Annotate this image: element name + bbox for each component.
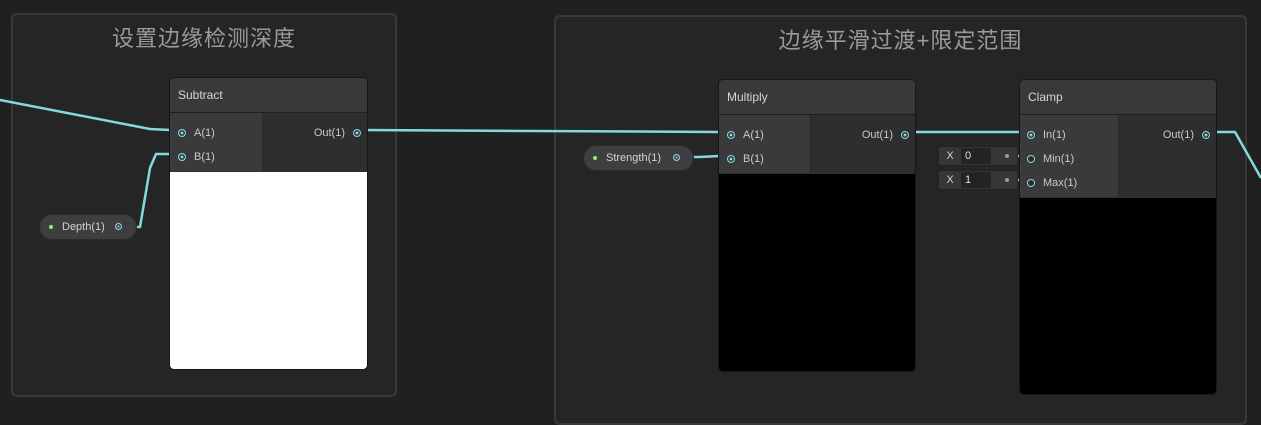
multiply-node[interactable]: Multiply A(1) B(1) Out(1) (719, 80, 915, 371)
input-port-in[interactable]: In(1) (1020, 123, 1118, 147)
property-label: Depth(1) (62, 221, 105, 233)
port-label: Out(1) (313, 127, 345, 139)
port-dot-icon[interactable] (1027, 155, 1035, 163)
depth-property-node[interactable]: Depth(1) (40, 215, 136, 239)
port-label: Min(1) (1043, 153, 1075, 165)
slot-dot-icon (1005, 154, 1009, 158)
port-dot-icon[interactable] (727, 131, 735, 139)
output-port[interactable]: Out(1) (263, 121, 367, 145)
slot-dot-icon (1005, 178, 1009, 182)
input-port-b[interactable]: B(1) (170, 145, 262, 169)
node-preview (1020, 198, 1216, 394)
port-label: A(1) (194, 127, 215, 139)
clamp-node[interactable]: Clamp In(1) Min(1) Max(1) Out(1) (1020, 80, 1216, 394)
group-title[interactable]: 设置边缘检测深度 (13, 21, 395, 53)
output-port[interactable]: Out(1) (1119, 123, 1216, 147)
node-preview (719, 174, 915, 371)
port-dot-icon[interactable] (178, 129, 186, 137)
property-indicator-icon (593, 156, 597, 160)
min-value-input[interactable]: 0 (961, 148, 991, 164)
port-label: B(1) (743, 153, 764, 165)
strength-property-node[interactable]: Strength(1) (584, 146, 693, 170)
port-dot-icon[interactable] (1202, 131, 1210, 139)
input-port-a[interactable]: A(1) (170, 121, 262, 145)
property-indicator-icon (49, 225, 53, 229)
input-port-max[interactable]: Max(1) (1020, 171, 1118, 195)
port-label: B(1) (194, 151, 215, 163)
port-dot-icon[interactable] (178, 153, 186, 161)
port-dot-icon[interactable] (901, 131, 909, 139)
subtract-node[interactable]: Subtract A(1) B(1) Out(1) (170, 78, 367, 369)
node-title[interactable]: Clamp (1020, 80, 1216, 115)
port-dot-icon[interactable] (353, 129, 361, 137)
node-title[interactable]: Subtract (170, 78, 367, 113)
input-port-min[interactable]: Min(1) (1020, 147, 1118, 171)
port-label: Max(1) (1043, 177, 1078, 189)
port-label: Out(1) (1162, 129, 1194, 141)
input-port-b[interactable]: B(1) (719, 147, 810, 171)
port-dot-icon[interactable] (727, 155, 735, 163)
min-inline-field[interactable]: X 0 (939, 147, 1017, 165)
port-label: Out(1) (861, 129, 893, 141)
group-title[interactable]: 边缘平滑过渡+限定范围 (556, 23, 1245, 55)
axis-label: X (946, 150, 954, 162)
port-dot-icon[interactable] (1027, 179, 1035, 187)
axis-label: X (946, 174, 954, 186)
port-label: In(1) (1043, 129, 1066, 141)
max-value-input[interactable]: 1 (961, 172, 991, 188)
input-port-a[interactable]: A(1) (719, 123, 810, 147)
property-label: Strength(1) (606, 152, 662, 164)
port-dot-icon[interactable] (673, 154, 680, 161)
node-preview (170, 172, 367, 369)
max-inline-field[interactable]: X 1 (939, 171, 1017, 189)
node-title[interactable]: Multiply (719, 80, 915, 115)
port-label: A(1) (743, 129, 764, 141)
port-dot-icon[interactable] (115, 223, 122, 230)
port-dot-icon[interactable] (1027, 131, 1035, 139)
output-port[interactable]: Out(1) (811, 123, 915, 147)
